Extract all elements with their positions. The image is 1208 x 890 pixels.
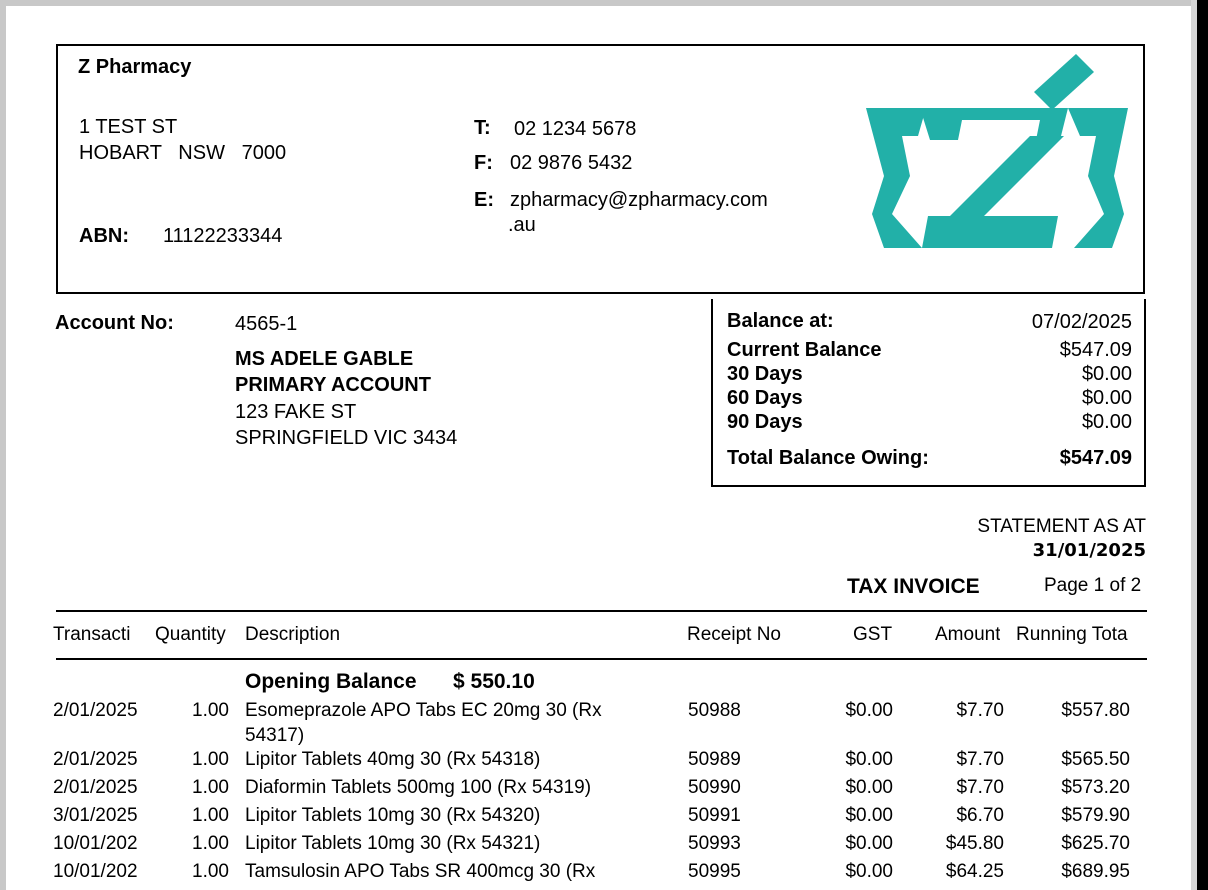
cell-description: Lipitor Tablets 10mg 30 (Rx 54321) — [245, 833, 541, 854]
cell-quantity: 1.00 — [192, 861, 229, 882]
account-holder-name: MS ADELE GABLE — [235, 348, 414, 370]
cell-gst: $0.00 — [845, 805, 893, 826]
cell-description: Diaformin Tablets 500mg 100 (Rx 54319) — [245, 777, 592, 798]
cell-receipt-no: 50988 — [688, 700, 741, 721]
cell-amount: $6.70 — [956, 805, 1004, 826]
viewer-scrollbar-track[interactable] — [1197, 0, 1208, 890]
cell-description: Esomeprazole APO Tabs EC 20mg 30 (Rx — [245, 700, 602, 721]
account-number-label: Account No: — [55, 312, 174, 334]
mortar-pestle-z-logo-icon — [866, 54, 1128, 248]
cell-gst: $0.00 — [845, 861, 893, 882]
cell-gst: $0.00 — [845, 700, 893, 721]
cell-receipt-no: 50993 — [688, 833, 741, 854]
cell-quantity: 1.00 — [192, 700, 229, 721]
cell-description: Lipitor Tablets 40mg 30 (Rx 54318) — [245, 749, 541, 770]
cell-amount: $7.70 — [956, 777, 1004, 798]
email-value-line1: zpharmacy@zpharmacy.com — [510, 189, 768, 211]
cell-date: 3/01/2025 — [53, 805, 137, 826]
fax-label: F: — [474, 152, 493, 174]
col-header-description: Description — [245, 624, 341, 645]
statement-date: 31/01/2025 — [1032, 540, 1146, 561]
table-header-bottom-rule — [56, 658, 1147, 660]
opening-balance-label: Opening Balance — [245, 670, 417, 693]
cell-amount: $7.70 — [956, 700, 1004, 721]
balance-at-label: Balance at: — [727, 310, 834, 332]
account-address-line1: 123 FAKE ST — [235, 401, 357, 423]
phone-label: T: — [474, 117, 491, 139]
col-header-amount: Amount — [935, 624, 1001, 645]
cell-quantity: 1.00 — [192, 805, 229, 826]
days30-label: 30 Days — [727, 363, 803, 385]
email-value-line2: .au — [508, 214, 536, 236]
email-label: E: — [474, 189, 494, 211]
col-header-running-total: Running Tota — [1016, 624, 1128, 645]
statement-as-at-label: STATEMENT AS AT — [977, 516, 1146, 537]
cell-description-continued: 54317) — [245, 725, 305, 746]
cell-date: 10/01/2025 — [53, 861, 137, 882]
abn-label: ABN: — [79, 225, 129, 247]
current-balance-value: $547.09 — [1059, 339, 1132, 361]
col-header-transaction: Transacti — [53, 624, 131, 645]
cell-receipt-no: 50989 — [688, 749, 741, 770]
cell-running-total: $579.90 — [1061, 805, 1130, 826]
cell-date: 10/01/2025 — [53, 833, 137, 854]
cell-running-total: $689.95 — [1061, 861, 1130, 882]
pharmacy-address-line1: 1 TEST ST — [79, 116, 178, 138]
phone-value: 02 1234 5678 — [514, 118, 637, 140]
cell-date: 2/01/2025 — [53, 749, 137, 770]
pharmacy-address-line2: HOBART NSW 7000 — [79, 142, 287, 164]
cell-running-total: $625.70 — [1061, 833, 1130, 854]
cell-running-total: $557.80 — [1061, 700, 1130, 721]
cell-quantity: 1.00 — [192, 833, 229, 854]
col-header-quantity: Quantity — [155, 624, 226, 645]
cell-receipt-no: 50995 — [688, 861, 741, 882]
col-header-gst: GST — [853, 624, 893, 645]
cell-running-total: $565.50 — [1061, 749, 1130, 770]
cell-receipt-no: 50990 — [688, 777, 741, 798]
cell-quantity: 1.00 — [192, 777, 229, 798]
pharmacy-name: Z Pharmacy — [78, 56, 192, 78]
fax-value: 02 9876 5432 — [510, 152, 633, 174]
cell-gst: $0.00 — [845, 777, 893, 798]
viewer-top-edge — [0, 0, 1208, 6]
cell-quantity: 1.00 — [192, 749, 229, 770]
viewer-left-edge — [0, 0, 6, 890]
page-indicator: Page 1 of 2 — [1044, 575, 1142, 596]
cell-amount: $7.70 — [956, 749, 1004, 770]
cell-description: Lipitor Tablets 10mg 30 (Rx 54320) — [245, 805, 541, 826]
days30-value: $0.00 — [1081, 363, 1132, 385]
days90-label: 90 Days — [727, 411, 803, 433]
account-type: PRIMARY ACCOUNT — [235, 374, 431, 396]
cell-gst: $0.00 — [845, 833, 893, 854]
cell-receipt-no: 50991 — [688, 805, 741, 826]
cell-description: Tamsulosin APO Tabs SR 400mcg 30 (Rx — [245, 861, 596, 882]
days60-value: $0.00 — [1081, 387, 1132, 409]
cell-amount: $64.25 — [945, 861, 1004, 882]
total-balance-label: Total Balance Owing: — [727, 447, 929, 469]
current-balance-label: Current Balance — [727, 339, 882, 361]
account-address-line2: SPRINGFIELD VIC 3434 — [235, 427, 458, 449]
account-number: 4565-1 — [235, 313, 298, 335]
balance-at-date: 07/02/2025 — [1031, 311, 1132, 333]
cell-date: 2/01/2025 — [53, 700, 137, 721]
cell-gst: $0.00 — [845, 749, 893, 770]
opening-balance-amount: $ 550.10 — [453, 670, 535, 693]
total-balance-value: $547.09 — [1059, 447, 1132, 469]
cell-date: 2/01/2025 — [53, 777, 137, 798]
tax-invoice-title: TAX INVOICE — [847, 575, 980, 598]
abn-value: 11122233344 — [163, 225, 283, 247]
table-header-top-rule — [56, 610, 1147, 612]
cell-amount: $45.80 — [945, 833, 1004, 854]
cell-running-total: $573.20 — [1061, 777, 1130, 798]
days60-label: 60 Days — [727, 387, 803, 409]
col-header-receipt-no: Receipt No — [687, 624, 781, 645]
days90-value: $0.00 — [1081, 411, 1132, 433]
